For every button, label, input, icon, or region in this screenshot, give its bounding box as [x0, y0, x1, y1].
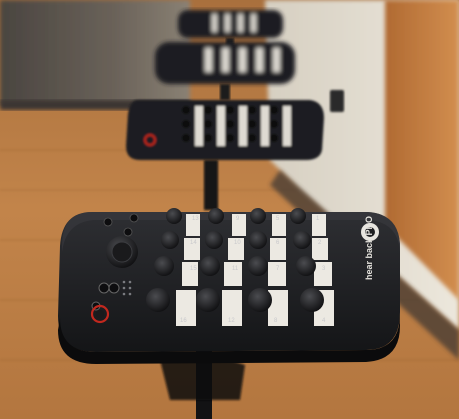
channel-knob[interactable] [248, 256, 268, 276]
mid-mixer [126, 100, 324, 160]
button-top-left[interactable] [103, 217, 113, 227]
mid-stand [204, 160, 218, 210]
channel-label: 15 [190, 266, 197, 272]
channel-knob[interactable] [290, 208, 306, 224]
button-left-1[interactable] [98, 282, 110, 294]
channel-knob[interactable] [161, 231, 179, 249]
channel-knob[interactable] [250, 208, 266, 224]
brand-text: hear back PRO [364, 216, 374, 280]
far-stand-2 [220, 84, 230, 100]
front-mixer: 15 11 7 3 16 12 8 4 14 10 6 2 13 9 5 1 h… [58, 208, 400, 364]
channel-knob[interactable] [296, 256, 316, 276]
channel-knob[interactable] [205, 231, 223, 249]
channel-knob[interactable] [146, 288, 170, 312]
channel-label: 13 [192, 216, 199, 222]
far-mixer-3 [178, 10, 283, 38]
wall-outlet [330, 90, 344, 112]
photo-canvas: 15 11 7 3 16 12 8 4 14 10 6 2 13 9 5 1 h… [0, 0, 459, 419]
photo: 15 11 7 3 16 12 8 4 14 10 6 2 13 9 5 1 h… [0, 0, 459, 419]
button-top-right[interactable] [129, 213, 139, 223]
channel-knob[interactable] [249, 231, 267, 249]
channel-label: 10 [234, 240, 241, 246]
channel-knob[interactable] [166, 208, 182, 224]
button-left-2[interactable] [108, 282, 120, 294]
channel-knob[interactable] [300, 288, 324, 312]
channel-label: 11 [232, 266, 239, 272]
channel-knob[interactable] [293, 231, 311, 249]
channel-knob[interactable] [200, 256, 220, 276]
button-mid[interactable] [123, 227, 133, 237]
channel-knob[interactable] [248, 288, 272, 312]
channel-knob[interactable] [154, 256, 174, 276]
far-mixer-2 [155, 42, 295, 84]
channel-knob[interactable] [196, 288, 220, 312]
channel-knob[interactable] [208, 208, 224, 224]
channel-label: 12 [228, 318, 235, 324]
channel-label: 14 [190, 240, 197, 246]
channel-label: 16 [180, 318, 187, 324]
